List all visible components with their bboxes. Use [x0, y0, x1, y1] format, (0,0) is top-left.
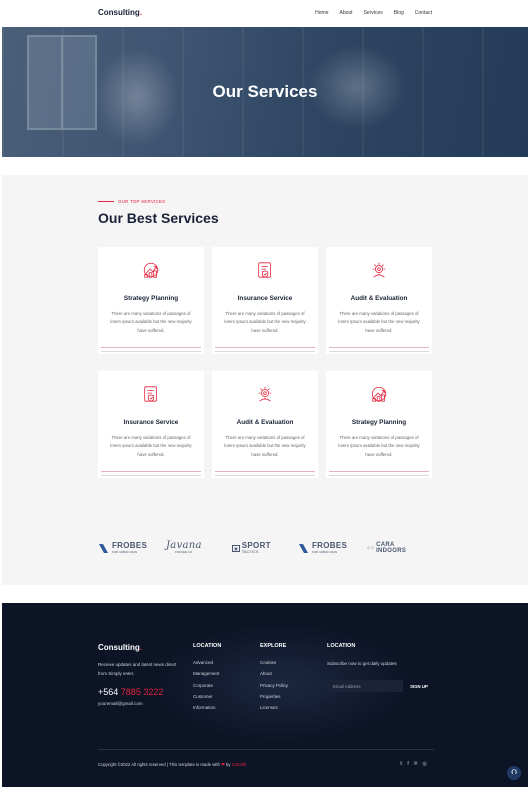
- frobes-mark-icon: [299, 544, 308, 553]
- footer-divider: [98, 749, 434, 750]
- nav-home[interactable]: Home: [315, 10, 328, 16]
- card-underline: [215, 471, 315, 472]
- card-description: There are many variations of passages of…: [110, 311, 192, 333]
- card-underline: [101, 475, 201, 476]
- service-card[interactable]: Strategy Planning There are many variati…: [326, 371, 432, 478]
- eyebrow-text: OUR TOP SERVICES: [118, 199, 166, 204]
- card-description: There are many variations of passages of…: [338, 311, 420, 333]
- card-underline: [215, 347, 315, 348]
- card-title: Insurance Service: [123, 419, 179, 426]
- footer-link[interactable]: About: [260, 671, 288, 682]
- brand-logo-cara-indoors: ⁘⁘ CARA INDOORS: [366, 542, 407, 554]
- insurance-icon: [258, 262, 271, 278]
- strategy-icon: [371, 386, 387, 402]
- footer-link[interactable]: Properties: [260, 694, 288, 705]
- footer-logo[interactable]: Consulting.: [98, 643, 142, 652]
- card-underline: [101, 471, 201, 472]
- card-underline: [329, 347, 429, 348]
- footer-email[interactable]: youremail@gmail.com: [98, 701, 143, 706]
- card-description: There are many variations of passages of…: [110, 435, 192, 457]
- footer-link[interactable]: Cookies: [260, 660, 288, 671]
- footer-tagline: Receive updates and latest news direct f…: [98, 662, 177, 676]
- subscribe-text: Subscribe now to get daily updates: [327, 661, 397, 666]
- frobes-mark-icon: [99, 544, 108, 553]
- hero-title: Our Services: [212, 82, 318, 101]
- site-logo[interactable]: Consulting.: [98, 8, 142, 17]
- top-navbar: Consulting. Home About Services Blog Con…: [0, 0, 530, 27]
- insurance-icon: [144, 386, 157, 402]
- service-card[interactable]: Strategy Planning There are many variati…: [98, 247, 204, 354]
- service-card[interactable]: Audit & Evaluation There are many variat…: [212, 371, 318, 478]
- site-footer: Consulting. Receive updates and latest n…: [2, 603, 528, 787]
- heart-icon: ❤: [221, 762, 225, 767]
- section-title: Our Best Services: [98, 210, 219, 226]
- card-underline: [329, 475, 429, 476]
- card-title: Audit & Evaluation: [236, 419, 294, 426]
- nav-about[interactable]: About: [339, 10, 352, 16]
- card-underline: [101, 351, 201, 352]
- card-underline: [215, 351, 315, 352]
- hero-banner: Our Services: [2, 27, 528, 157]
- sport-badge-icon: ▣: [232, 544, 240, 552]
- scroll-to-top-button[interactable]: ⮉: [507, 766, 521, 780]
- colorlib-link[interactable]: Colorlib: [232, 762, 247, 767]
- service-card[interactable]: Insurance Service There are many variati…: [212, 247, 318, 354]
- footer-column-heading: LOCATION: [327, 643, 356, 649]
- section-eyebrow: OUR TOP SERVICES: [98, 199, 165, 204]
- facebook-icon[interactable]: f: [407, 761, 408, 767]
- card-description: There are many variations of passages of…: [338, 435, 420, 457]
- social-links: 𝕥 f ℗ ◎: [400, 761, 427, 767]
- nav-services[interactable]: Services: [364, 10, 383, 16]
- brand-logo-frobes: FROBES FOR URBAN MAN: [298, 539, 347, 557]
- footer-link[interactable]: Customer: [193, 694, 221, 705]
- twitter-icon[interactable]: 𝕥: [400, 761, 402, 767]
- pinterest-icon[interactable]: ℗: [414, 761, 418, 767]
- audit-icon: [258, 386, 272, 402]
- footer-column-explore: EXPLORE Cookies About Privacy Policy Pro…: [260, 643, 288, 716]
- card-underline: [329, 471, 429, 472]
- card-underline: [215, 475, 315, 476]
- brand-logo-sport-tactics: ▣ SPORT TACTICS: [232, 541, 271, 554]
- card-title: Audit & Evaluation: [350, 295, 408, 302]
- footer-phone[interactable]: +564 7885 3222: [98, 687, 163, 697]
- footer-link[interactable]: Management: [193, 671, 221, 682]
- newsletter-email-input[interactable]: [327, 680, 403, 692]
- footer-column-heading: EXPLORE: [260, 643, 287, 649]
- service-card[interactable]: Audit & Evaluation There are many variat…: [326, 247, 432, 354]
- strategy-icon: [143, 262, 159, 278]
- footer-link[interactable]: Information: [193, 705, 221, 716]
- cara-dots-icon: ⁘⁘: [366, 545, 375, 552]
- services-section: OUR TOP SERVICES Our Best Services Strat…: [2, 175, 528, 585]
- signup-button[interactable]: SIGN UP: [403, 680, 435, 692]
- service-card[interactable]: Insurance Service There are many variati…: [98, 371, 204, 478]
- card-description: There are many variations of passages of…: [224, 435, 306, 457]
- card-underline: [329, 351, 429, 352]
- brand-logo-javana: Javana COFFEE CO.: [166, 540, 202, 555]
- footer-column-location: LOCATION Advanced Management Corporate C…: [193, 643, 221, 716]
- footer-column-heading: LOCATION: [193, 643, 222, 649]
- footer-link[interactable]: Advanced: [193, 660, 221, 671]
- footer-link[interactable]: Licenses: [260, 705, 288, 716]
- eyebrow-line: [98, 201, 114, 202]
- card-description: There are many variations of passages of…: [224, 311, 306, 333]
- footer-column-newsletter: LOCATION: [327, 643, 355, 660]
- card-underline: [101, 347, 201, 348]
- card-title: Insurance Service: [237, 295, 293, 302]
- card-title: Strategy Planning: [123, 295, 179, 302]
- audit-icon: [372, 262, 386, 278]
- card-title: Strategy Planning: [351, 419, 407, 426]
- brand-logo-frobes: FROBES FOR URBAN MAN: [98, 539, 147, 557]
- nav-blog[interactable]: Blog: [394, 10, 404, 16]
- nav-contact[interactable]: Contact: [415, 10, 432, 16]
- footer-link[interactable]: Corporate: [193, 683, 221, 694]
- copyright-text: Copyright ©2022 All rights reserved | Th…: [98, 762, 247, 767]
- instagram-icon[interactable]: ◎: [422, 761, 426, 767]
- brand-logos: FROBES FOR URBAN MAN Javana COFFEE CO. ▣…: [98, 539, 428, 557]
- footer-link[interactable]: Privacy Policy: [260, 683, 288, 694]
- nav-links: Home About Services Blog Contact: [315, 10, 432, 16]
